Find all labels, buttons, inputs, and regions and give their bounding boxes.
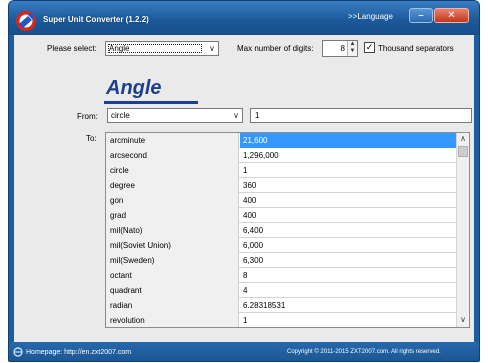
unit-name-cell: octant [106,268,239,283]
minimize-button[interactable]: – [409,8,433,23]
main-panel: Please select: Angle ∨ Max number of dig… [14,35,474,342]
unit-value-cell[interactable]: 6,300 [240,253,456,268]
copyright-text: Copyright © 2011-2015 ZXT2007.com. All r… [287,349,441,355]
unit-value-cell[interactable]: 400 [240,208,456,223]
unit-name-cell: arcsecond [106,148,239,163]
max-digits-spinner[interactable]: 8 ▲ ▼ [322,40,358,57]
heading-underline [104,101,198,104]
close-button[interactable]: ✕ [434,8,469,23]
table-row[interactable]: radian 6.28318531 [106,298,456,313]
unit-value-cell[interactable]: 6.28318531 [240,298,456,313]
from-label: From: [77,112,98,121]
app-window: Super Unit Converter (1.2.2) >>Language … [8,0,480,362]
table-row[interactable]: revolution 1 [106,313,456,327]
from-unit-select[interactable]: circle ∨ [107,108,243,123]
unit-name-cell: gon [106,193,239,208]
unit-value-cell[interactable]: 1 [240,163,456,178]
from-value-text: 1 [255,111,260,120]
table-row[interactable]: arcsecond 1,296,000 [106,148,456,163]
category-select[interactable]: Angle ∨ [105,41,219,56]
max-digits-label: Max number of digits: [237,44,314,53]
unit-name-cell: revolution [106,313,239,327]
chevron-down-icon: ∨ [233,111,239,120]
unit-value-cell[interactable]: 21,600 [240,133,456,148]
scroll-thumb[interactable] [458,146,468,157]
checkmark-icon: ✓ [365,42,374,52]
thousand-separators-label: Thousand separators [378,44,454,53]
category-select-label: Please select: [47,44,97,53]
unit-value-cell[interactable]: 1 [240,313,456,327]
to-label: To: [86,134,97,143]
app-logo-icon [16,11,36,31]
unit-name-cell: circle [106,163,239,178]
chevron-down-icon: ∨ [209,44,215,53]
window-title: Super Unit Converter (1.2.2) [43,15,149,24]
category-select-value: Angle [109,44,130,53]
unit-name-cell: quadrant [106,283,239,298]
table-row[interactable]: mil(Soviet Union) 6,000 [106,238,456,253]
unit-name-cell: mil(Soviet Union) [106,238,239,253]
max-digits-value: 8 [340,44,345,53]
unit-name-cell: arcminute [106,133,239,148]
table-row[interactable]: gon 400 [106,193,456,208]
unit-name-cell: grad [106,208,239,223]
unit-name-cell: mil(Nato) [106,223,239,238]
table-row[interactable]: quadrant 4 [106,283,456,298]
ie-globe-icon [13,347,23,357]
scroll-up-icon[interactable]: ∧ [457,133,469,145]
scroll-down-icon[interactable]: ∨ [457,314,469,326]
results-grid[interactable]: arcminute 21,600 arcsecond 1,296,000 circle 1… [105,132,470,328]
homepage-link[interactable]: Homepage: http://en.zxt2007.com [26,349,131,356]
status-bar: Homepage: http://en.zxt2007.com Copyrigh… [9,342,479,361]
table-row[interactable]: mil(Nato) 6,400 [106,223,456,238]
unit-value-cell[interactable]: 400 [240,193,456,208]
spin-arrows-icon[interactable]: ▲ ▼ [347,41,357,56]
unit-value-cell[interactable]: 6,000 [240,238,456,253]
category-heading: Angle [106,77,162,99]
unit-name-cell: mil(Sweden) [106,253,239,268]
unit-value-cell[interactable]: 4 [240,283,456,298]
title-bar[interactable]: Super Unit Converter (1.2.2) >>Language … [9,1,479,35]
table-row[interactable]: octant 8 [106,268,456,283]
thousand-separators-checkbox[interactable]: ✓ [364,42,375,53]
unit-name-cell: degree [106,178,239,193]
language-link[interactable]: >>Language [348,12,393,21]
table-row[interactable]: mil(Sweden) 6,300 [106,253,456,268]
results-scrollbar[interactable]: ∧ ∨ [456,133,469,327]
from-value-input[interactable]: 1 [250,108,472,123]
table-row[interactable]: degree 360 [106,178,456,193]
table-row[interactable]: circle 1 [106,163,456,178]
from-unit-value: circle [111,111,130,120]
unit-value-cell[interactable]: 6,400 [240,223,456,238]
table-row[interactable]: arcminute 21,600 [106,133,456,148]
unit-value-cell[interactable]: 8 [240,268,456,283]
unit-name-cell: radian [106,298,239,313]
unit-value-cell[interactable]: 360 [240,178,456,193]
table-row[interactable]: grad 400 [106,208,456,223]
unit-value-cell[interactable]: 1,296,000 [240,148,456,163]
